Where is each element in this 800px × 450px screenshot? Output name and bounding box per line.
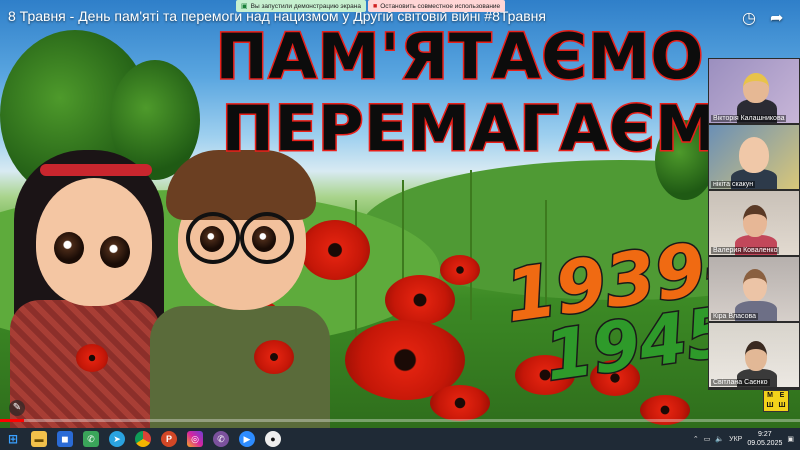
clock-icon[interactable]: ◷ [742,8,756,28]
boy-glasses-left [186,212,240,264]
file-explorer-icon[interactable]: ▬ [31,431,47,447]
speaker-icon[interactable]: 🔈 [715,435,724,443]
stop-sharing-label: Остановить совместное использование [380,2,501,10]
participant-head [743,205,767,237]
chevron-up-icon[interactable]: ⌃ [693,435,699,443]
participant-name: Вікторія Калашникова [711,115,787,122]
panda-icon[interactable]: ● [265,431,281,447]
video-player[interactable]: ПАМ'ЯТАЄМО ПЕРЕМАГАЄМ 1939– 1945 [0,0,800,428]
chrome-icon[interactable] [135,431,151,447]
windows-taskbar: ⊞ ▬ ◼ ✆ ➤ P ◎ ✆ ▶ ● ⌃ ▭ 🔈 УКР 9:27 09.05… [0,428,800,450]
stop-sharing-button[interactable]: ■ Остановить совместное использование [368,0,506,12]
headline-line2: ПЕРЕМАГАЄМ [220,91,719,167]
video-progress-bar[interactable] [0,419,800,422]
powerpoint-icon[interactable]: P [161,431,177,447]
stop-icon: ■ [373,2,378,10]
poppy-flower [300,220,370,280]
instagram-icon[interactable]: ◎ [187,431,203,447]
participant-name: Кіра Власова [711,313,759,320]
participant-head [739,137,769,173]
participant-head [743,269,767,301]
girl-headband [40,164,152,176]
poppy-flower [440,255,480,285]
participant-name: Валерия Коваленко [711,247,780,254]
app-badge[interactable]: М Е Ш Ш [763,390,789,412]
screen-share-bar: ▣ Вы запустили демонстрацию экрана ■ Ост… [236,0,506,12]
screen-share-icon: ▣ [241,3,248,10]
video-progress-fill [0,419,24,422]
poppy-flower [385,275,455,325]
headline-line1: ПАМ'ЯТАЄМО [214,19,705,95]
girl-eye [100,236,130,268]
viber-icon[interactable]: ✆ [213,431,229,447]
share-status-label: Вы запустили демонстрацию экрана [250,2,361,10]
phone-link-icon[interactable]: ✆ [83,431,99,447]
poppy-flower [430,385,490,421]
screen: ПАМ'ЯТАЄМО ПЕРЕМАГАЄМ 1939– 1945 8 Травн… [0,0,800,450]
clock-time: 9:27 [758,431,772,438]
system-tray: ⌃ ▭ 🔈 УКР 9:27 09.05.2025 ▣ [693,428,794,450]
boy-poppy-brooch [254,340,294,374]
language-indicator[interactable]: УКР [729,436,742,443]
participant-panel: Вікторія Калашникова нікіта скакун Валер… [708,58,800,390]
participant-head [743,73,769,103]
poppy-stem [470,170,472,320]
participant-tile[interactable]: нікіта скакун [709,125,799,189]
network-icon[interactable]: ▭ [704,435,711,443]
telegram-icon[interactable]: ➤ [109,431,125,447]
badge-cell: М [767,392,773,399]
clock[interactable]: 9:27 09.05.2025 [747,430,782,448]
clock-date: 09.05.2025 [747,440,783,447]
windows-start-icon[interactable]: ⊞ [5,431,21,447]
participant-name: Світлана Саєнко [711,379,770,386]
participant-tile[interactable]: Кіра Власова [709,257,799,321]
pencil-icon[interactable]: ✎ [9,400,25,416]
share-status-pill[interactable]: ▣ Вы запустили демонстрацию экрана [236,0,366,12]
boy-glasses-right [240,212,294,264]
participant-name: нікіта скакун [711,181,756,188]
participant-tile[interactable]: Вікторія Калашникова [709,59,799,123]
boy-body [150,306,330,428]
girl-poppy-brooch [76,344,108,372]
store-icon[interactable]: ◼ [57,431,73,447]
participant-tile[interactable]: Валерия Коваленко [709,191,799,255]
zoom-icon[interactable]: ▶ [239,431,255,447]
girl-eye [54,232,84,264]
notification-icon[interactable]: ▣ [787,435,794,443]
girl-face [36,178,152,306]
participant-tile[interactable]: Світлана Саєнко [709,323,799,387]
participant-head [745,341,767,371]
badge-cell: Е [779,392,785,399]
badge-cell: Ш [778,402,786,409]
badge-cell: Ш [766,402,774,409]
share-arrow-icon[interactable]: ➦ [770,8,783,28]
